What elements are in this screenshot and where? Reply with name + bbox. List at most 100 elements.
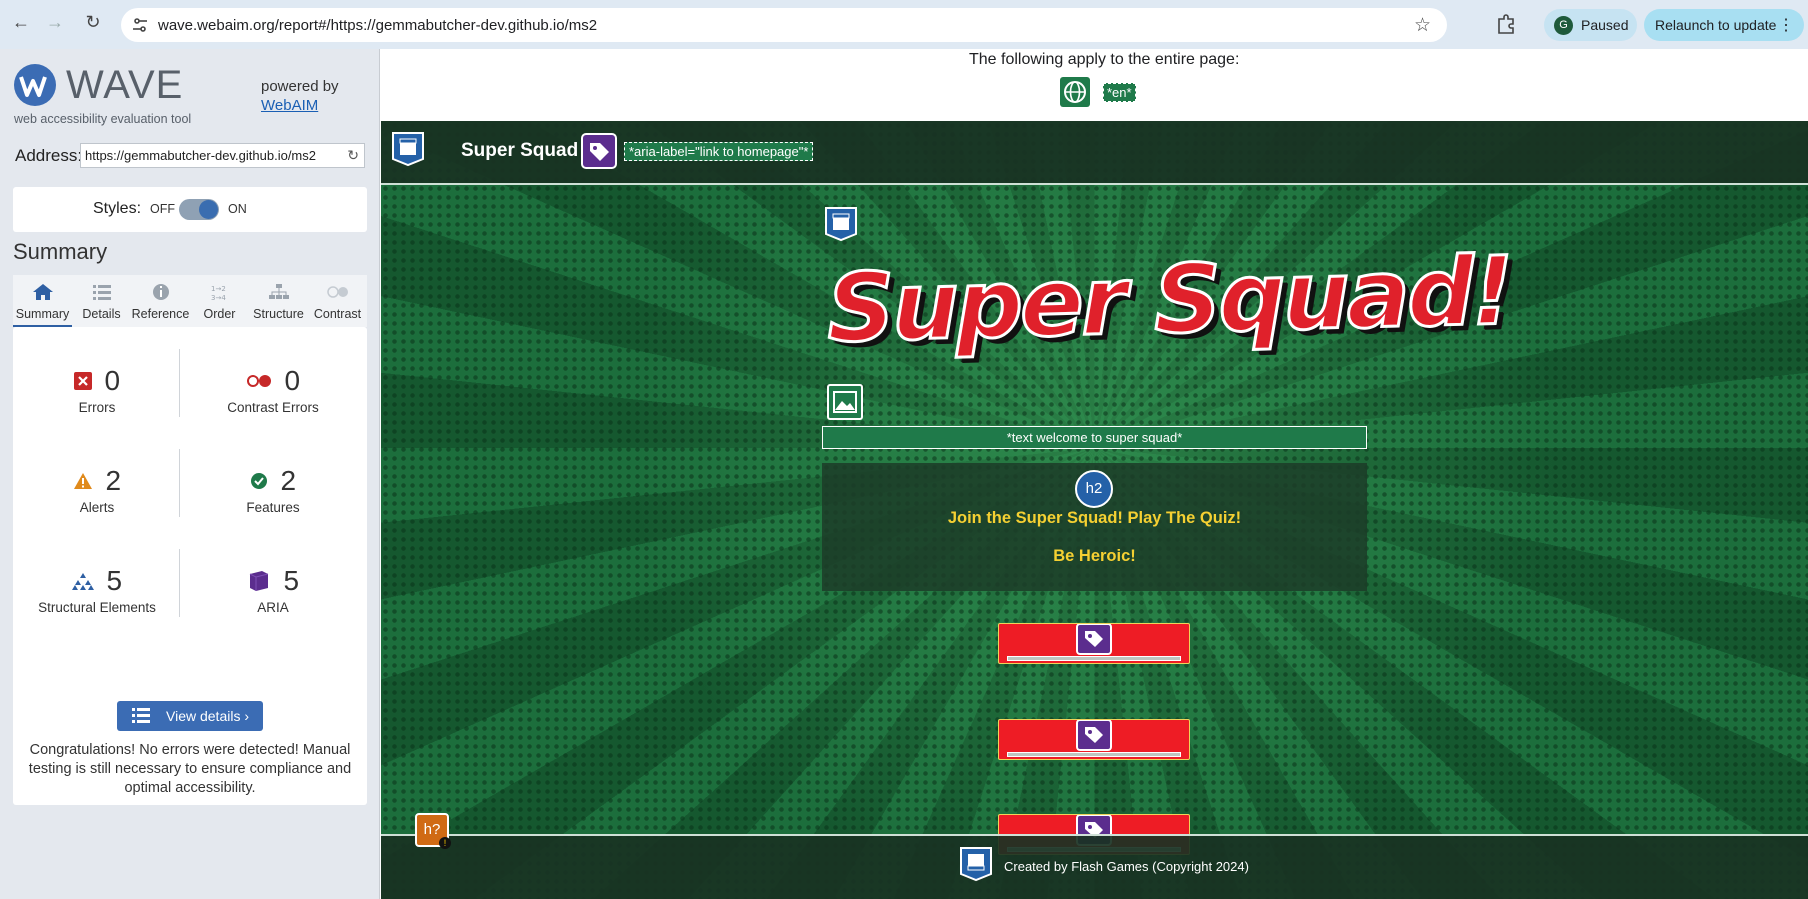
contrast-errors-label: Contrast Errors <box>227 400 319 415</box>
page-level-note: The following apply to the entire page: … <box>381 49 1808 121</box>
styles-toggle-panel: Styles: OFF ON <box>13 187 367 232</box>
quiz-button-1[interactable] <box>998 623 1190 664</box>
relaunch-label: Relaunch to update <box>1655 17 1777 33</box>
tab-label: Contrast <box>313 307 362 321</box>
footer-region-icon[interactable] <box>959 846 993 882</box>
menu-kebab-icon[interactable]: ⋮ <box>1778 15 1794 35</box>
page-applies-note: The following apply to the entire page: <box>969 51 1240 68</box>
hero-title: Super Squad! <box>824 236 1514 366</box>
info-icon <box>152 284 169 300</box>
aria-tag-icon[interactable] <box>1076 624 1112 656</box>
heading-alert-label: h? <box>423 821 441 838</box>
order-icon: 1→23→4 <box>211 285 226 301</box>
image-alt-icon[interactable] <box>827 384 863 420</box>
aria-count: 5 <box>283 565 300 596</box>
button-underline <box>1007 656 1181 661</box>
tab-label: Order <box>203 307 236 321</box>
structural-label: Structural Elements <box>38 600 156 615</box>
divider <box>179 349 180 417</box>
extensions-icon[interactable] <box>1495 13 1517 35</box>
address-value[interactable]: https://gemmabutcher-dev.github.io/ms2 <box>85 148 335 163</box>
tab-contrast[interactable]: Contrast <box>308 275 367 327</box>
webaim-link[interactable]: WebAIM <box>261 97 318 114</box>
site-footer: Created by Flash Games (Copyright 2024) <box>381 834 1808 899</box>
site-info-icon[interactable] <box>131 16 149 34</box>
address-bar[interactable]: wave.webaim.org/report#/https://gemmabut… <box>121 8 1447 42</box>
stat-aria[interactable]: 5 ARIA <box>193 565 353 615</box>
main-region-icon[interactable] <box>824 206 858 242</box>
features-count: 2 <box>280 465 297 496</box>
contrast-errors-count: 0 <box>284 365 301 396</box>
address-input[interactable]: https://gemmabutcher-dev.github.io/ms2 ↻ <box>80 143 365 168</box>
stat-structural[interactable]: 5 Structural Elements <box>17 565 177 615</box>
summary-stats-panel: 0 Errors 0 Contrast Errors 2 Alerts 2 Fe… <box>13 327 367 805</box>
profile-status: Paused <box>1581 17 1629 33</box>
alerts-label: Alerts <box>79 500 115 515</box>
tab-order[interactable]: 1→2 3→4 Order <box>190 275 249 327</box>
structure-elements-icon <box>71 573 94 590</box>
structure-icon <box>268 284 289 299</box>
browser-toolbar: ← → ↻ wave.webaim.org/report#/https://ge… <box>0 0 1808 49</box>
relaunch-button[interactable]: Relaunch to update ⋮ <box>1644 9 1804 41</box>
stat-contrast-errors[interactable]: 0 Contrast Errors <box>193 365 353 415</box>
svg-text:3→4: 3→4 <box>211 294 226 301</box>
quiz-intro-box: h2 Join the Super Squad! Play The Quiz! … <box>822 463 1367 591</box>
home-icon <box>32 284 53 300</box>
aria-cube-icon <box>249 571 269 591</box>
aria-label: ARIA <box>257 600 289 615</box>
list-icon <box>132 708 150 723</box>
quiz-heading: Join the Super Squad! Play The Quiz! <box>947 509 1242 527</box>
heading-alert-icon[interactable]: h? ! <box>415 813 451 849</box>
bookmark-star-icon[interactable]: ☆ <box>1414 14 1431 37</box>
stat-alerts[interactable]: 2 Alerts <box>17 465 177 515</box>
avatar: G <box>1554 16 1573 35</box>
wave-sidebar: WAVE web accessibility evaluation tool p… <box>0 49 380 899</box>
address-label: Address: <box>15 146 83 165</box>
footer-copyright: Created by Flash Games (Copyright 2024) <box>1004 859 1249 874</box>
site-title-link[interactable]: Super Squad <box>461 140 578 162</box>
alert-icon <box>73 473 92 489</box>
contrast-icon <box>326 286 348 298</box>
h2-heading-icon[interactable]: h2 <box>1075 470 1113 508</box>
view-details-button[interactable]: View details › <box>117 701 263 731</box>
back-icon[interactable]: ← <box>10 11 32 33</box>
image-alt-text: *text welcome to super squad* <box>822 426 1367 449</box>
aria-label-icon[interactable] <box>581 133 617 169</box>
congrats-message: Congratulations! No errors were detected… <box>28 742 352 796</box>
styles-label: Styles: <box>93 200 142 217</box>
tab-summary[interactable]: Summary <box>13 275 72 327</box>
aria-label-tag: *aria-label="link to homepage"* <box>624 142 814 161</box>
tab-label: Structure <box>253 307 304 321</box>
summary-heading: Summary <box>13 239 108 264</box>
site-header: Super Squad *aria-label="link to homepag… <box>381 121 1808 185</box>
feature-check-icon <box>250 473 267 489</box>
stat-features[interactable]: 2 Features <box>193 465 353 515</box>
tab-details[interactable]: Details <box>72 275 131 327</box>
url-text[interactable]: wave.webaim.org/report#/https://gemmabut… <box>158 17 597 34</box>
styles-toggle[interactable] <box>179 199 219 220</box>
alert-badge-icon: ! <box>439 837 451 849</box>
tab-structure[interactable]: Structure <box>249 275 308 327</box>
button-underline <box>1007 752 1181 757</box>
powered-by-text: powered by <box>261 78 339 95</box>
list-icon <box>92 285 111 300</box>
reload-icon[interactable]: ↻ <box>82 11 104 33</box>
error-icon <box>73 372 92 390</box>
view-details-label: View details › <box>166 708 250 724</box>
quiz-subheading: Be Heroic! <box>1053 547 1136 565</box>
profile-button[interactable]: G Paused <box>1544 9 1637 41</box>
refresh-icon[interactable]: ↻ <box>347 147 359 164</box>
divider <box>179 449 180 517</box>
forward-icon[interactable]: → <box>44 11 66 33</box>
language-globe-icon[interactable] <box>1060 77 1090 107</box>
language-tag: *en* <box>1103 83 1136 102</box>
aria-tag-icon[interactable] <box>1076 720 1112 752</box>
header-region-icon[interactable] <box>391 131 425 167</box>
tab-reference[interactable]: Reference <box>131 275 190 327</box>
report-viewport: The following apply to the entire page: … <box>381 49 1808 899</box>
quiz-button-2[interactable] <box>998 719 1190 760</box>
errors-label: Errors <box>78 400 116 415</box>
stat-errors[interactable]: 0 Errors <box>17 365 177 415</box>
tab-label: Details <box>82 307 121 321</box>
tab-label: Summary <box>15 307 70 321</box>
